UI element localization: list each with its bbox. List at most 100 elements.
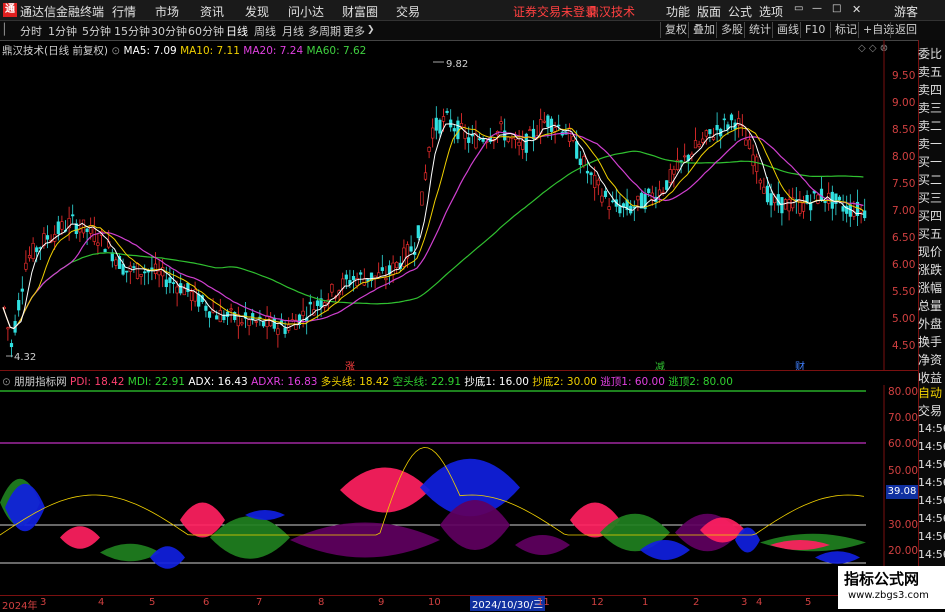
- candle-body: [747, 139, 752, 149]
- candle-body: [89, 225, 93, 234]
- candle-body: [765, 185, 770, 203]
- candle-body: [182, 288, 186, 296]
- tool-draw[interactable]: 画线: [772, 22, 803, 38]
- time-tick: 9: [378, 597, 385, 608]
- menu-market[interactable]: 市场: [155, 3, 179, 20]
- period-prev-icon[interactable]: ▏: [4, 23, 12, 36]
- candle-body: [179, 283, 183, 294]
- indicator-chart[interactable]: [0, 385, 885, 595]
- minimize-icon[interactable]: —: [812, 3, 822, 14]
- menu-wealth-circle[interactable]: 财富圈: [342, 3, 378, 20]
- high-price-label: 9.82: [446, 59, 468, 70]
- candle-body: [17, 300, 21, 311]
- period-tick[interactable]: 分时: [20, 23, 42, 39]
- candle-body: [589, 172, 593, 176]
- msg-icon[interactable]: ▭: [794, 3, 803, 14]
- marker-reduce-label[interactable]: 减: [655, 361, 665, 370]
- quote-labels: 委比 卖五 卖四 卖三 卖二 卖一 买一 买二 买三 买四 买五 现价 涨跌 涨…: [918, 45, 945, 387]
- candle-body: [254, 321, 258, 323]
- candle-body: [542, 120, 546, 123]
- candle-body: [204, 305, 208, 311]
- ma10-line: [2, 126, 864, 330]
- ma5-line: [2, 122, 864, 330]
- tool-multi-stock[interactable]: 多股: [716, 22, 747, 38]
- period-60min[interactable]: 60分钟: [188, 23, 224, 39]
- more-arrow-icon[interactable]: ❯: [367, 25, 375, 35]
- candle-body: [265, 316, 269, 327]
- candle-body: [135, 263, 140, 279]
- candle-body: [672, 169, 676, 175]
- candle-body: [31, 242, 35, 259]
- tool-back[interactable]: 返回: [890, 22, 921, 38]
- maximize-icon[interactable]: □: [832, 3, 841, 14]
- quote-label: 买一: [918, 155, 943, 169]
- auto-toggle[interactable]: 自动: [918, 384, 945, 402]
- period-5min[interactable]: 5分钟: [82, 23, 111, 39]
- candle-body: [693, 140, 698, 149]
- quote-label: 买五: [918, 227, 943, 241]
- time-tick: 2: [693, 597, 700, 608]
- period-multi[interactable]: 多周期: [308, 23, 341, 39]
- period-weekly[interactable]: 周线: [254, 23, 276, 39]
- candle-body: [420, 191, 424, 206]
- menu-ask[interactable]: 问小达: [288, 3, 324, 20]
- tool-f10[interactable]: F10: [800, 22, 829, 38]
- period-30min[interactable]: 30分钟: [151, 23, 187, 39]
- candle-body: [593, 174, 597, 188]
- period-daily[interactable]: 日线: [226, 23, 248, 39]
- candlestick-chart[interactable]: 9.82 4.32 涨 减 财: [0, 40, 885, 370]
- candle-body: [351, 276, 356, 281]
- indicator-band: [150, 546, 185, 569]
- menu-discover[interactable]: 发现: [245, 3, 269, 20]
- tool-stats[interactable]: 统计: [744, 22, 775, 38]
- guest-label[interactable]: 游客: [894, 3, 918, 20]
- menu-bar: 通 通达信金融终端 行情 市场 资讯 发现 问小达 财富圈 交易 证券交易未登录…: [0, 0, 945, 21]
- menu-layout[interactable]: 版面: [697, 3, 721, 20]
- menu-trade[interactable]: 交易: [396, 3, 420, 20]
- marker-finance-label[interactable]: 财: [795, 360, 805, 370]
- candle-body: [823, 200, 827, 203]
- candle-body: [841, 206, 845, 212]
- candle-body: [330, 283, 334, 293]
- trade-link[interactable]: 交易: [918, 402, 945, 420]
- candle-body: [71, 214, 75, 217]
- period-1min[interactable]: 1分钟: [48, 23, 77, 39]
- candle-body: [125, 270, 129, 273]
- pane-divider[interactable]: [0, 370, 918, 371]
- menu-function[interactable]: 功能: [666, 3, 690, 20]
- candle-body: [416, 225, 420, 239]
- watermark-url: www.zbgs3.com: [848, 590, 929, 601]
- menu-news[interactable]: 资讯: [200, 3, 224, 20]
- candle-body: [575, 141, 579, 159]
- tick-time: 14:56: [918, 494, 945, 507]
- candle-body: [20, 288, 24, 292]
- indicator-tick: 50.00: [888, 465, 919, 477]
- price-tick: 7.00: [892, 205, 916, 217]
- tool-mark[interactable]: 标记: [830, 22, 861, 38]
- indicator-tick: 80.00: [888, 386, 919, 398]
- marker-rise-label[interactable]: 涨: [345, 361, 355, 370]
- candle-body: [153, 263, 158, 274]
- period-more[interactable]: 更多: [343, 23, 365, 39]
- candle-body: [611, 200, 615, 203]
- price-tick: 4.50: [892, 340, 916, 352]
- period-monthly[interactable]: 月线: [282, 23, 304, 39]
- quote-label: 卖一: [918, 137, 943, 151]
- candle-body: [276, 328, 280, 335]
- tool-fuquan[interactable]: 复权: [660, 22, 691, 38]
- candle-body: [715, 124, 719, 131]
- candle-body: [35, 247, 39, 253]
- menu-quotes[interactable]: 行情: [112, 3, 136, 20]
- tick-time: 14:56: [918, 548, 945, 561]
- candle-body: [359, 272, 363, 275]
- candle-body: [780, 197, 784, 214]
- candle-body: [607, 206, 611, 210]
- candle-body: [729, 114, 734, 121]
- menu-formula[interactable]: 公式: [728, 3, 752, 20]
- menu-options[interactable]: 选项: [759, 3, 783, 20]
- login-notice[interactable]: 证券交易未登录: [513, 3, 597, 20]
- time-tick: 7: [256, 597, 263, 608]
- tool-overlay[interactable]: 叠加: [688, 22, 719, 38]
- period-15min[interactable]: 15分钟: [114, 23, 150, 39]
- close-icon[interactable]: ✕: [852, 3, 861, 16]
